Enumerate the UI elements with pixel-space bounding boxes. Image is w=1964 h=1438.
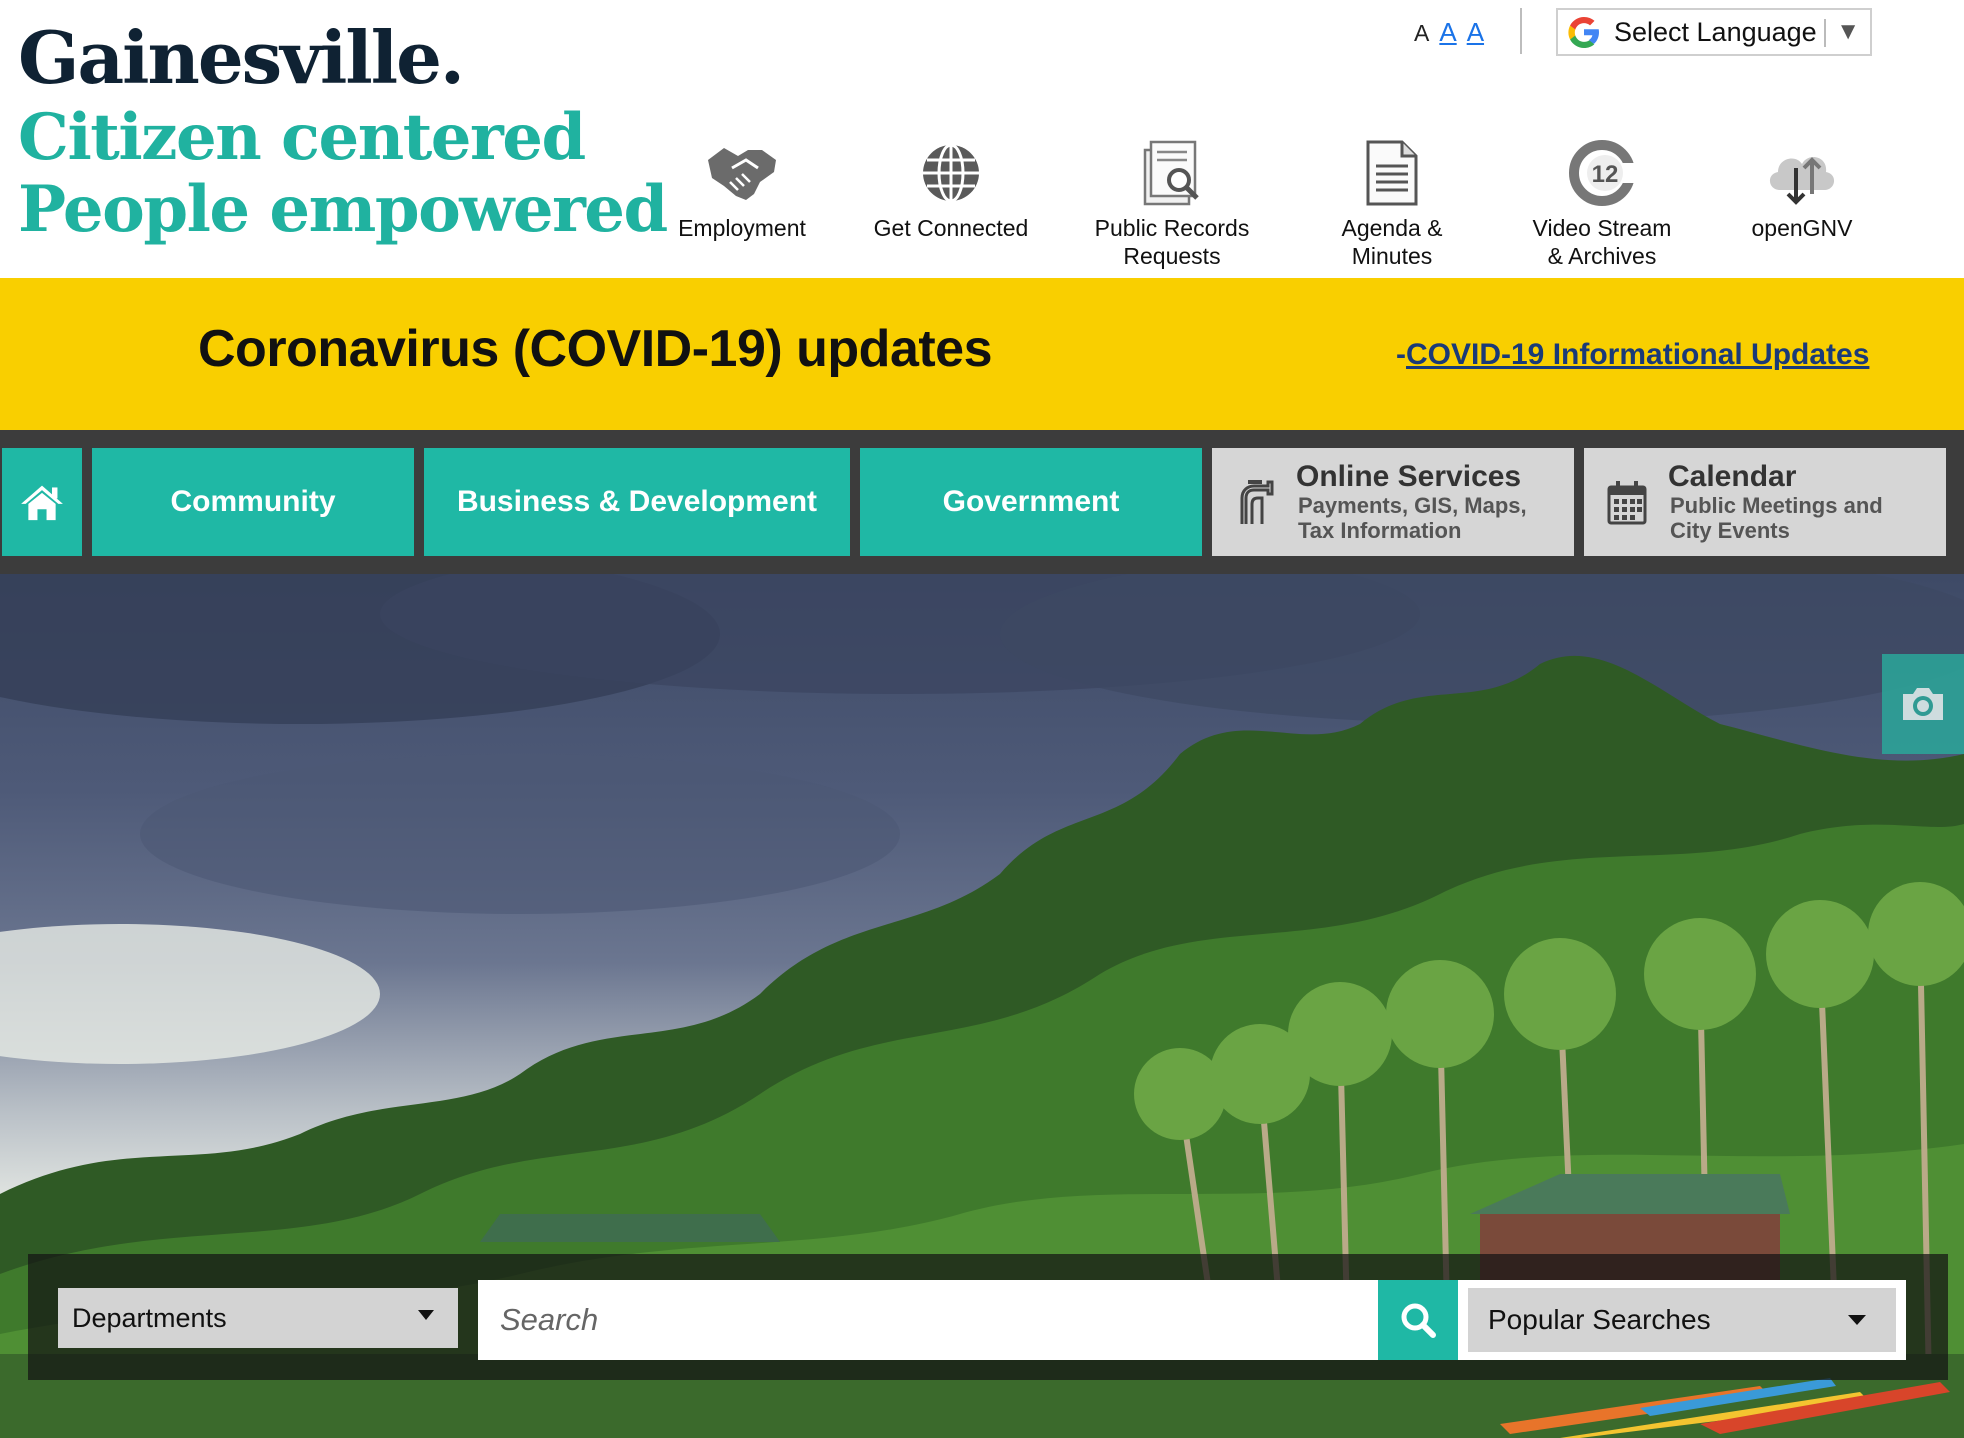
records-search-icon — [1143, 140, 1199, 206]
banner-title: Coronavirus (COVID-19) updates — [198, 320, 993, 378]
nav-online-services[interactable]: Online Services Payments, GIS, Maps, Tax… — [1212, 448, 1574, 556]
nav-calendar[interactable]: Calendar Public Meetings and City Events — [1584, 448, 1946, 556]
caret-down-icon — [1848, 1315, 1866, 1325]
caret-down-icon — [418, 1310, 434, 1320]
calendar-text: Calendar Public Meetings and City Events — [1668, 460, 1883, 544]
site-header: Gainesville. Citizen centered People emp… — [0, 0, 1964, 278]
brand-tagline-line2: People empowered — [18, 172, 668, 247]
main-nav: Community Business & Development Governm… — [0, 430, 1964, 574]
banner-link-prefix: - — [1396, 338, 1406, 371]
text-size-small[interactable]: A — [1414, 20, 1429, 47]
banner-link-row: -COVID-19 Informational Updates — [1396, 338, 1869, 372]
calendar-subtitle-2: City Events — [1670, 518, 1790, 543]
brand-name: Gainesville. — [18, 15, 465, 100]
google-g-icon — [1568, 17, 1599, 48]
online-services-subtitle-2: Tax Information — [1298, 518, 1462, 543]
text-size-medium[interactable]: A — [1439, 17, 1456, 48]
search-icon — [1401, 1303, 1436, 1338]
online-services-title: Online Services — [1296, 460, 1522, 493]
nav-business-development[interactable]: Business & Development — [424, 448, 850, 556]
search-button[interactable] — [1378, 1280, 1458, 1360]
calendar-title: Calendar — [1668, 460, 1797, 493]
nav-government[interactable]: Government — [860, 448, 1202, 556]
language-select[interactable]: Select Language ▼ — [1556, 8, 1872, 56]
header-divider — [1520, 8, 1522, 54]
search-box: Popular Searches — [478, 1280, 1906, 1360]
text-size-controls: A A A — [1414, 17, 1484, 48]
calendar-subtitle-1: Public Meetings and — [1670, 493, 1883, 518]
camera-icon — [1903, 688, 1943, 720]
covid-updates-link[interactable]: COVID-19 Informational Updates — [1406, 338, 1869, 371]
handshake-icon — [708, 148, 776, 200]
online-services-text: Online Services Payments, GIS, Maps, Tax… — [1296, 460, 1527, 544]
home-icon — [21, 485, 63, 521]
quick-link-label: Video Stream & Archives — [1532, 215, 1672, 269]
search-input[interactable] — [478, 1280, 1378, 1360]
channel-12-icon: 12 — [1569, 140, 1637, 206]
departments-label: Departments — [72, 1302, 227, 1333]
popular-searches-dropdown[interactable]: Popular Searches — [1468, 1288, 1896, 1352]
quick-link-label: Get Connected — [873, 215, 1029, 241]
quick-link-label: Agenda & Minutes — [1341, 215, 1443, 269]
quick-link-label: Employment — [678, 215, 806, 241]
svg-text:12: 12 — [1592, 161, 1619, 188]
quick-link-public-records[interactable]: Public Records Requests — [1062, 138, 1282, 270]
quick-link-get-connected[interactable]: Get Connected — [841, 138, 1061, 242]
calendar-icon — [1607, 481, 1647, 525]
hero-image: Departments Popular Searches — [0, 574, 1964, 1438]
home-button[interactable] — [2, 448, 82, 556]
quick-link-agenda-minutes[interactable]: Agenda & Minutes — [1282, 138, 1502, 270]
language-separator — [1824, 19, 1826, 47]
quick-link-video-stream[interactable]: 12 Video Stream & Archives — [1492, 138, 1712, 270]
nav-community[interactable]: Community — [92, 448, 414, 556]
language-label: Select Language — [1614, 16, 1817, 47]
quick-link-opengnv[interactable]: openGNV — [1692, 138, 1912, 242]
chevron-down-icon: ▼ — [1836, 18, 1860, 45]
quick-link-employment[interactable]: Employment — [632, 138, 852, 242]
brand-logo[interactable]: Gainesville. Citizen centered People emp… — [18, 14, 668, 247]
online-services-subtitle-1: Payments, GIS, Maps, — [1298, 493, 1527, 518]
brand-tagline-line1: Citizen centered — [18, 100, 586, 175]
search-bar: Departments Popular Searches — [28, 1254, 1948, 1380]
cloud-updown-icon — [1769, 157, 1835, 205]
quick-link-label: Public Records Requests — [1094, 215, 1250, 269]
water-tap-icon — [1240, 480, 1274, 524]
document-icon — [1366, 140, 1418, 206]
quick-link-label: openGNV — [1751, 215, 1853, 241]
popular-searches-label: Popular Searches — [1488, 1304, 1711, 1335]
departments-dropdown[interactable]: Departments — [58, 1288, 458, 1348]
covid-banner: Coronavirus (COVID-19) updates -COVID-19… — [0, 278, 1964, 430]
photo-credit-tab[interactable] — [1882, 654, 1964, 754]
text-size-large[interactable]: A — [1467, 17, 1484, 48]
globe-icon — [923, 143, 979, 203]
